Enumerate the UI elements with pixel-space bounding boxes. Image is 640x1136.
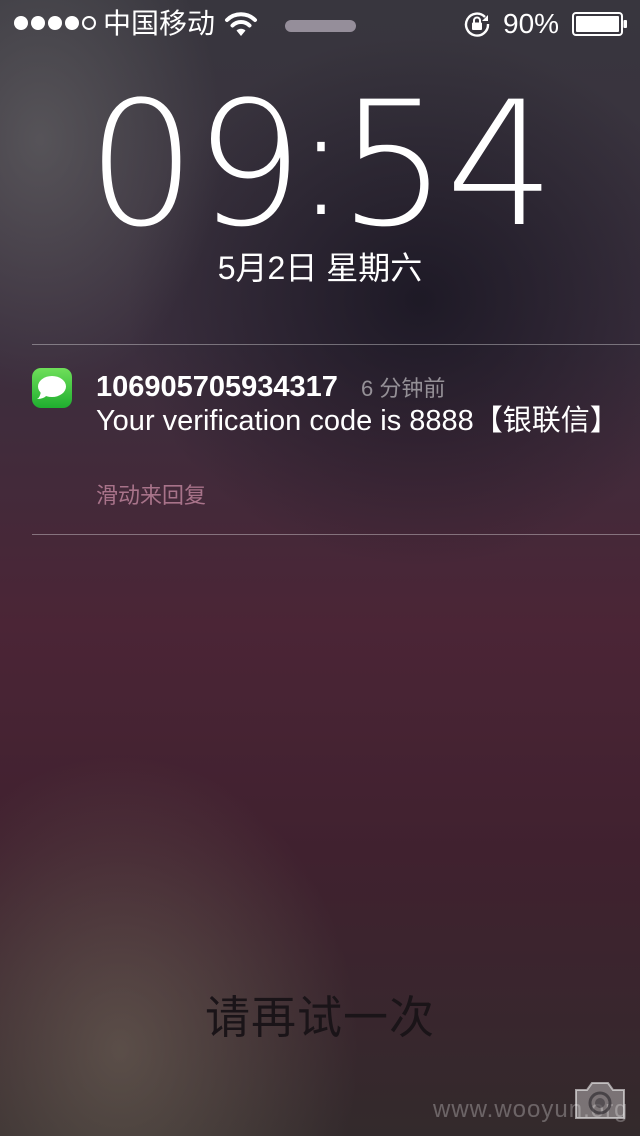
clock-colon: : — [295, 76, 347, 250]
notification-center-handle[interactable] — [285, 20, 356, 32]
battery-icon — [572, 12, 627, 36]
notification-sender: 106905705934317 — [96, 371, 338, 403]
try-again-message: 请再试一次 — [204, 992, 435, 1043]
clock-hours: 09 — [86, 64, 304, 265]
status-bar: 中国移动 90% — [0, 0, 640, 48]
lock-screen-date: 5月2日 星期六 — [217, 250, 423, 286]
signal-strength-indicator — [14, 16, 96, 30]
notification-message: Your verification code is 8888【银联信】 — [96, 405, 619, 437]
notification-bottom-divider — [32, 534, 640, 535]
carrier-name: 中国移动 — [103, 8, 216, 39]
notification-time: 6 分钟前 — [361, 376, 446, 401]
notification-top-divider — [32, 344, 640, 345]
signal-dot — [48, 16, 62, 30]
signal-dot — [65, 16, 79, 30]
signal-dot-empty — [82, 16, 96, 30]
battery-percentage: 90% — [503, 8, 560, 39]
wifi-icon — [225, 12, 257, 36]
lock-screen-clock: 09:54 — [0, 70, 640, 258]
sms-notification[interactable]: 106905705934317 6 分钟前 Your verification … — [0, 346, 640, 534]
slide-to-reply-hint[interactable]: 滑动来回复 — [96, 482, 206, 510]
signal-dot — [31, 16, 45, 30]
signal-dot — [14, 16, 28, 30]
camera-icon[interactable] — [572, 1078, 628, 1122]
rotation-lock-icon — [464, 12, 490, 37]
messages-icon — [32, 368, 72, 408]
clock-minutes: 54 — [338, 64, 555, 265]
